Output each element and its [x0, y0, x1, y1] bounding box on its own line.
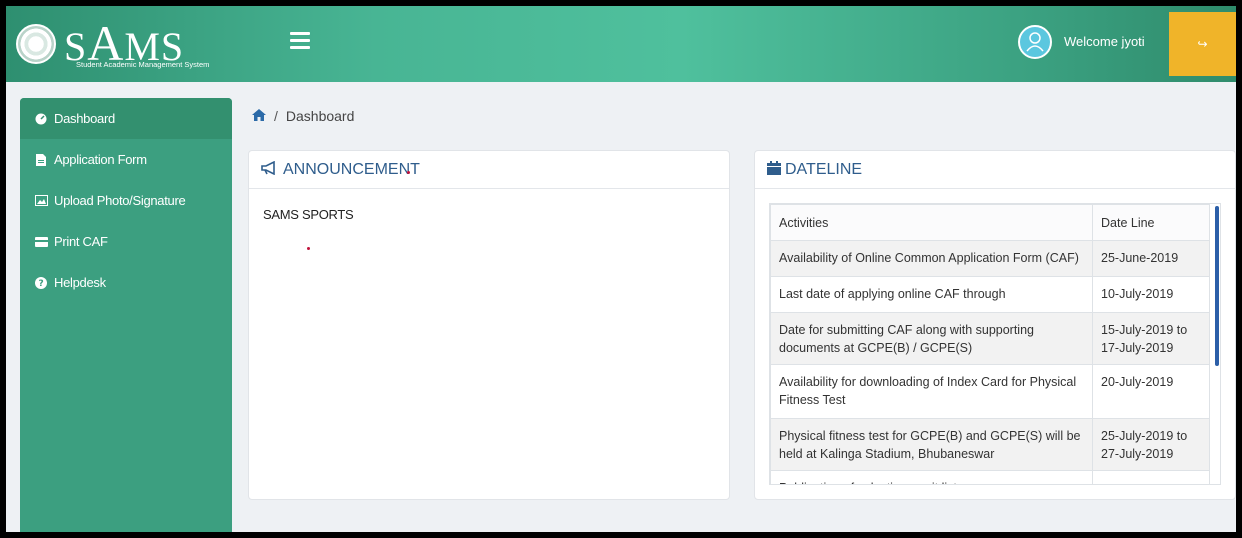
breadcrumb-current: Dashboard — [285, 108, 355, 124]
top-header: SAMS Student Academic Management System … — [6, 6, 1236, 82]
activity-cell: Last date of applying online CAF through — [770, 276, 1093, 313]
sidebar-item-label: Upload Photo/Signature — [54, 193, 186, 208]
activity-cell: Date for submitting CAF along with suppo… — [770, 312, 1093, 365]
date-cell: 15-July-2019 to 17-July-2019 — [1092, 312, 1210, 365]
dateline-header: DATELINE — [755, 151, 1235, 189]
svg-text:?: ? — [39, 279, 44, 289]
sidebar-item-helpdesk[interactable]: ? Helpdesk — [20, 262, 232, 303]
odisha-emblem-icon — [16, 24, 56, 64]
dateline-card: DATELINE Activities Date Line Availabili… — [754, 150, 1236, 500]
table-row: Last date of applying online CAF through… — [770, 276, 1210, 313]
date-cell: 25-June-2019 — [1092, 240, 1210, 277]
activity-cell: Physical fitness test for GCPE(B) and GC… — [770, 418, 1093, 471]
sidebar-item-print-caf[interactable]: Print CAF — [20, 221, 232, 262]
blink-dot — [307, 247, 310, 250]
activity-cell: Availability for downloading of Index Ca… — [770, 364, 1093, 419]
date-cell: 25-July-2019 to 27-July-2019 — [1092, 418, 1210, 471]
logout-button[interactable]: ↪ — [1169, 12, 1236, 76]
announcement-title: ANNOUNCEMENT — [283, 160, 420, 178]
breadcrumb: / Dashboard — [252, 108, 354, 124]
activity-cell: Availability of Online Common Applicatio… — [770, 240, 1093, 277]
dateline-table-scroll[interactable]: Activities Date Line Availability of Onl… — [769, 203, 1221, 485]
column-header-dateline: Date Line — [1092, 204, 1210, 241]
home-icon[interactable] — [252, 108, 266, 124]
welcome-text: Welcome jyoti — [1064, 34, 1145, 49]
file-icon — [34, 153, 48, 167]
question-icon: ? — [34, 276, 48, 290]
card-icon — [34, 235, 48, 249]
sidebar-item-label: Dashboard — [54, 111, 115, 126]
date-cell — [1092, 470, 1210, 484]
table-row: Availability for downloading of Index Ca… — [770, 364, 1210, 419]
activity-cell: Publication of selection merit list — [770, 470, 1093, 484]
dateline-table: Activities Date Line Availability of Onl… — [770, 204, 1210, 484]
sidebar: Dashboard Application Form Upload Photo/… — [20, 98, 232, 532]
date-cell: 10-July-2019 — [1092, 276, 1210, 313]
logout-icon: ↪ — [1197, 37, 1208, 51]
blink-dot — [407, 171, 410, 174]
dateline-title: DATELINE — [785, 160, 863, 178]
sidebar-item-label: Helpdesk — [54, 275, 106, 290]
megaphone-icon — [261, 160, 279, 178]
user-avatar-icon[interactable] — [1018, 25, 1052, 59]
dashboard-icon — [34, 112, 48, 126]
sidebar-item-upload-photo[interactable]: Upload Photo/Signature — [20, 180, 232, 221]
announcement-body: SAMS SPORTS — [249, 189, 729, 240]
table-row: Availability of Online Common Applicatio… — [770, 240, 1210, 277]
table-header-row: Activities Date Line — [770, 204, 1210, 241]
table-row: Date for submitting CAF along with suppo… — [770, 312, 1210, 365]
sidebar-item-dashboard[interactable]: Dashboard — [20, 98, 232, 139]
menu-toggle-icon[interactable] — [290, 32, 310, 50]
breadcrumb-separator: / — [274, 108, 278, 124]
date-cell: 20-July-2019 — [1092, 364, 1210, 419]
announcement-card: ANNOUNCEMENT SAMS SPORTS — [248, 150, 730, 500]
table-row: Physical fitness test for GCPE(B) and GC… — [770, 418, 1210, 471]
sidebar-item-label: Application Form — [54, 152, 147, 167]
sidebar-item-application-form[interactable]: Application Form — [20, 139, 232, 180]
column-header-activities: Activities — [770, 204, 1093, 241]
sidebar-item-label: Print CAF — [54, 234, 108, 249]
sams-logo[interactable]: SAMS Student Academic Management System — [16, 15, 209, 71]
image-icon — [34, 194, 48, 208]
table-row: Publication of selection merit list — [770, 470, 1210, 484]
logo-subtitle: Student Academic Management System — [76, 60, 210, 69]
calendar-icon — [767, 161, 781, 178]
announcement-header: ANNOUNCEMENT — [249, 151, 729, 189]
announcement-text[interactable]: SAMS SPORTS — [263, 207, 354, 222]
app-frame: SAMS Student Academic Management System … — [6, 6, 1236, 532]
table-scrollbar[interactable] — [1215, 206, 1219, 366]
